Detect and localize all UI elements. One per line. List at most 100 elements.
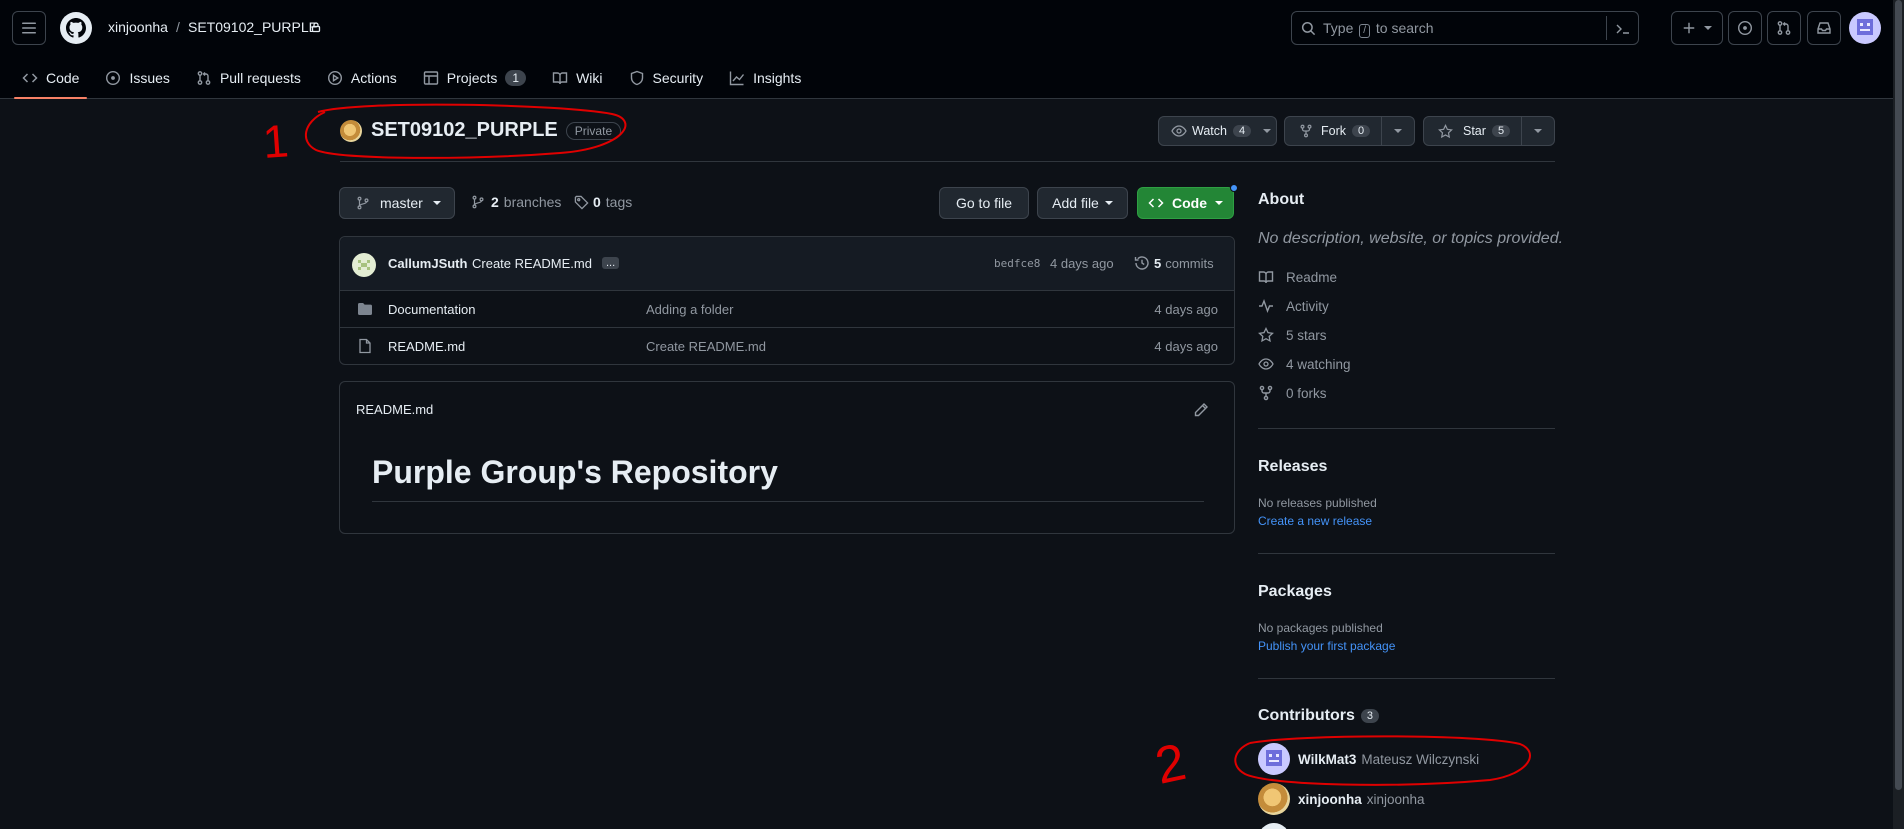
tab-code-label: Code — [46, 70, 80, 86]
create-new-button[interactable] — [1671, 11, 1723, 45]
readme-filename[interactable]: README.md — [356, 402, 433, 417]
about-watching[interactable]: 4 watching — [1258, 356, 1351, 372]
inbox-button[interactable] — [1807, 11, 1841, 45]
about-readme[interactable]: Readme — [1258, 269, 1337, 285]
about-stars[interactable]: 5 stars — [1258, 327, 1327, 343]
hamburger-icon — [22, 22, 36, 34]
file-commit-message[interactable]: Create README.md — [646, 339, 766, 354]
github-logo-icon[interactable] — [60, 12, 92, 44]
commit-author[interactable]: CallumJSuth — [388, 256, 467, 271]
commit-more-button[interactable]: ... — [602, 257, 620, 269]
fork-button[interactable]: Fork 0 — [1284, 116, 1415, 146]
file-date: 4 days ago — [1154, 338, 1218, 354]
pull-requests-button[interactable] — [1767, 11, 1801, 45]
file-commit-message[interactable]: Adding a folder — [646, 302, 733, 317]
branches-label: branches — [503, 194, 562, 210]
pull-request-icon — [197, 71, 211, 85]
scrollbar-thumb[interactable] — [1895, 0, 1902, 790]
title-divider — [340, 161, 1555, 162]
tags-label: tags — [605, 194, 633, 210]
about-title: About — [1258, 191, 1305, 208]
pull-request-icon — [1777, 21, 1791, 35]
search-input[interactable]: Type / to search — [1291, 11, 1639, 45]
visibility-badge: Private — [565, 121, 622, 140]
tags-link[interactable]: 0 tags — [574, 194, 632, 210]
tab-pull-requests-label: Pull requests — [219, 70, 301, 86]
contributor-name: xinjoonha — [1366, 791, 1425, 807]
branch-selector[interactable]: master — [339, 187, 455, 219]
issues-button[interactable] — [1728, 11, 1762, 45]
history-icon — [1134, 256, 1149, 270]
tab-security[interactable]: Security — [619, 58, 714, 98]
contributor-item[interactable]: WilkMat3 Mateusz Wilczynski — [1258, 743, 1479, 775]
commit-author-avatar[interactable] — [352, 253, 376, 277]
create-release-link[interactable]: Create a new release — [1258, 514, 1372, 528]
tag-icon — [574, 195, 589, 210]
star-dropdown[interactable] — [1521, 117, 1554, 145]
chevron-down-icon[interactable] — [1263, 129, 1272, 133]
code-button[interactable]: Code — [1137, 187, 1234, 219]
commit-message[interactable]: Create README.md — [472, 256, 592, 271]
tab-pull-requests[interactable]: Pull requests — [186, 58, 311, 98]
publish-package-link[interactable]: Publish your first package — [1258, 639, 1395, 653]
star-button[interactable]: Star 5 — [1423, 116, 1555, 146]
readme-heading: Purple Group's Repository — [372, 454, 778, 490]
search-shortcut-key: / — [1359, 24, 1371, 38]
tab-issues[interactable]: Issues — [95, 58, 179, 98]
file-name[interactable]: README.md — [388, 339, 465, 354]
about-activity-label: Activity — [1286, 298, 1329, 314]
inbox-icon — [1817, 22, 1831, 34]
about-activity[interactable]: Activity — [1258, 298, 1329, 314]
table-icon — [423, 71, 438, 85]
branches-link[interactable]: 2 branches — [471, 194, 561, 210]
breadcrumb-owner[interactable]: xinjoonha — [108, 19, 168, 35]
lock-icon — [311, 22, 321, 33]
commits-link[interactable]: 5 commits — [1134, 255, 1214, 271]
search-placeholder: Type / to search — [1323, 20, 1434, 38]
watch-button[interactable]: Watch 4 — [1158, 116, 1277, 146]
contributor-item[interactable]: xinjoonha xinjoonha — [1258, 783, 1425, 815]
add-file-button[interactable]: Add file — [1037, 187, 1128, 219]
tab-actions[interactable]: Actions — [317, 58, 407, 98]
command-palette-icon[interactable] — [1615, 21, 1631, 37]
global-header: xinjoonha / SET09102_PURPLE Type / to se… — [0, 0, 1904, 99]
star-count: 5 — [1491, 125, 1511, 137]
issue-icon — [106, 70, 121, 86]
tab-insights[interactable]: Insights — [719, 58, 811, 98]
fork-count: 0 — [1352, 125, 1371, 137]
tab-projects[interactable]: Projects 1 — [413, 58, 536, 98]
about-forks[interactable]: 0 forks — [1258, 385, 1327, 401]
projects-count-badge: 1 — [505, 70, 527, 86]
repo-name[interactable]: SET09102_PURPLE — [371, 119, 558, 142]
contributors-header[interactable]: Contributors 3 — [1258, 707, 1379, 725]
search-placeholder-suffix: to search — [1375, 20, 1434, 36]
breadcrumb-repo[interactable]: SET09102_PURPLE — [188, 19, 318, 35]
book-icon — [1258, 271, 1274, 284]
user-avatar[interactable] — [1849, 12, 1881, 44]
fork-icon — [1300, 124, 1312, 138]
tab-wiki[interactable]: Wiki — [542, 58, 612, 98]
pencil-icon[interactable] — [1193, 402, 1209, 418]
releases-title[interactable]: Releases — [1258, 458, 1327, 476]
go-to-file-button[interactable]: Go to file — [939, 187, 1029, 219]
repo-tabs: Code Issues Pull requests Actions Projec… — [12, 58, 817, 99]
file-row[interactable]: README.md Create README.md 4 days ago — [340, 327, 1234, 364]
notification-dot — [1230, 184, 1238, 192]
fork-dropdown[interactable] — [1381, 117, 1414, 145]
contributor-avatar[interactable] — [1258, 823, 1290, 829]
go-to-file-label: Go to file — [955, 195, 1013, 211]
tab-code[interactable]: Code — [12, 58, 89, 99]
tab-wiki-label: Wiki — [576, 70, 603, 86]
packages-title[interactable]: Packages — [1258, 583, 1332, 601]
commit-sha[interactable]: bedfce8 — [994, 257, 1040, 270]
about-forks-label: 0 forks — [1286, 385, 1327, 401]
file-name[interactable]: Documentation — [388, 302, 475, 317]
menu-button[interactable] — [12, 11, 46, 45]
tab-insights-label: Insights — [753, 70, 802, 86]
contributors-title: Contributors — [1258, 707, 1355, 724]
code-button-label: Code — [1172, 195, 1207, 211]
scrollbar-track[interactable] — [1893, 0, 1904, 829]
file-row[interactable]: Documentation Adding a folder 4 days ago — [340, 290, 1234, 327]
folder-icon — [358, 303, 372, 315]
owner-avatar[interactable] — [340, 119, 362, 142]
